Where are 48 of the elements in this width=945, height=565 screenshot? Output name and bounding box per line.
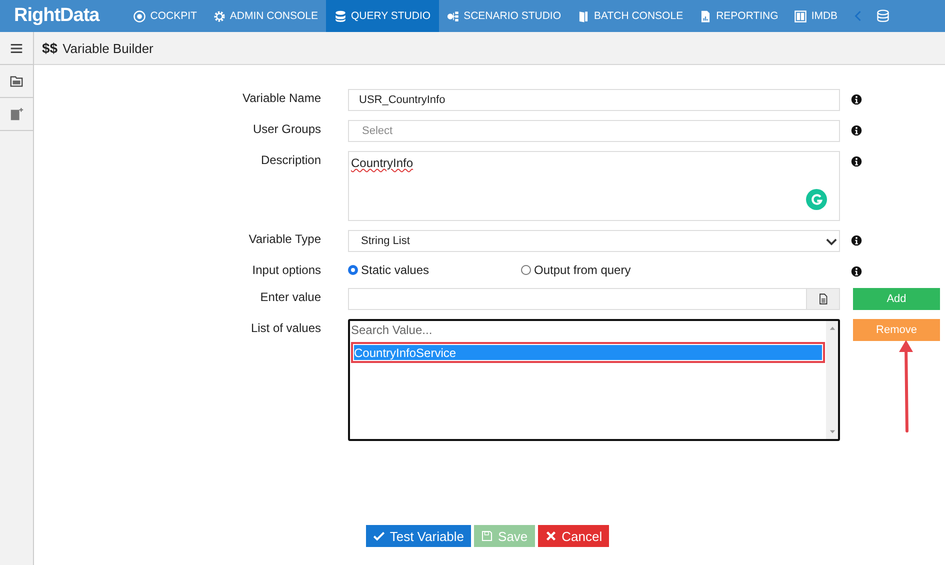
- nodes-icon: [446, 10, 460, 22]
- nav-tab[interactable]: REPORTING: [691, 0, 786, 32]
- folder-icon[interactable]: [9, 74, 24, 88]
- gauge-icon: [133, 10, 146, 22]
- dropdown[interactable]: String List: [348, 230, 840, 252]
- input-field[interactable]: USR_CountryInfo: [348, 89, 840, 111]
- nav-tab[interactable]: SCENARIO STUDIO: [438, 0, 569, 32]
- field-label: User Groups: [252, 121, 322, 136]
- input-field[interactable]: Select: [348, 120, 840, 142]
- radio-option[interactable]: Static values: [348, 263, 521, 277]
- settings-icon: [212, 10, 226, 22]
- text-area[interactable]: CountryInfo: [348, 151, 840, 221]
- field-label: Variable Name: [242, 90, 322, 105]
- list-item[interactable]: CountryInfoService: [351, 342, 825, 363]
- nav-tab[interactable]: QUERY STUDIO: [326, 0, 439, 32]
- nav-tab[interactable]: IMDB: [786, 0, 846, 32]
- database-icon: [334, 10, 348, 22]
- columns-icon: [794, 10, 808, 22]
- dollar-symbol: $$: [42, 40, 58, 56]
- scroll-down-icon: [828, 428, 836, 435]
- radio-option[interactable]: Output from query: [521, 263, 694, 277]
- search-field[interactable]: Search Value...: [351, 322, 825, 342]
- database-icon[interactable]: [876, 8, 890, 24]
- book-icon: [577, 10, 590, 22]
- report-icon: [699, 10, 712, 22]
- refresh-icon: [806, 189, 827, 210]
- page-title: Variable Builder: [62, 40, 154, 56]
- remove-button[interactable]: Remove: [853, 319, 940, 341]
- document-plus-icon[interactable]: [9, 106, 24, 122]
- field-label: Variable Type: [248, 231, 322, 246]
- field-label: Enter value: [259, 289, 322, 304]
- input-field[interactable]: [348, 288, 807, 310]
- cancel-button[interactable]: Cancel: [538, 525, 610, 547]
- field-label: Input options: [251, 262, 322, 277]
- field-label: List of values: [250, 320, 322, 335]
- list-box[interactable]: Search Value... CountryInfoService: [348, 319, 840, 441]
- field-label: Description: [260, 152, 322, 167]
- nav-tab[interactable]: COCKPIT: [125, 0, 205, 32]
- nav-tab[interactable]: BATCH CONSOLE: [569, 0, 692, 32]
- document-icon: [817, 293, 829, 305]
- checkmark-icon: [372, 530, 385, 542]
- add-button[interactable]: Add: [853, 288, 940, 310]
- logo: RightData: [13, 4, 101, 28]
- close-icon: [544, 530, 557, 542]
- nav-tab[interactable]: ADMIN CONSOLE: [204, 0, 326, 32]
- test-button[interactable]: Test Variable: [366, 525, 472, 547]
- file-button[interactable]: [807, 288, 840, 310]
- scroll-up-icon: [828, 325, 836, 332]
